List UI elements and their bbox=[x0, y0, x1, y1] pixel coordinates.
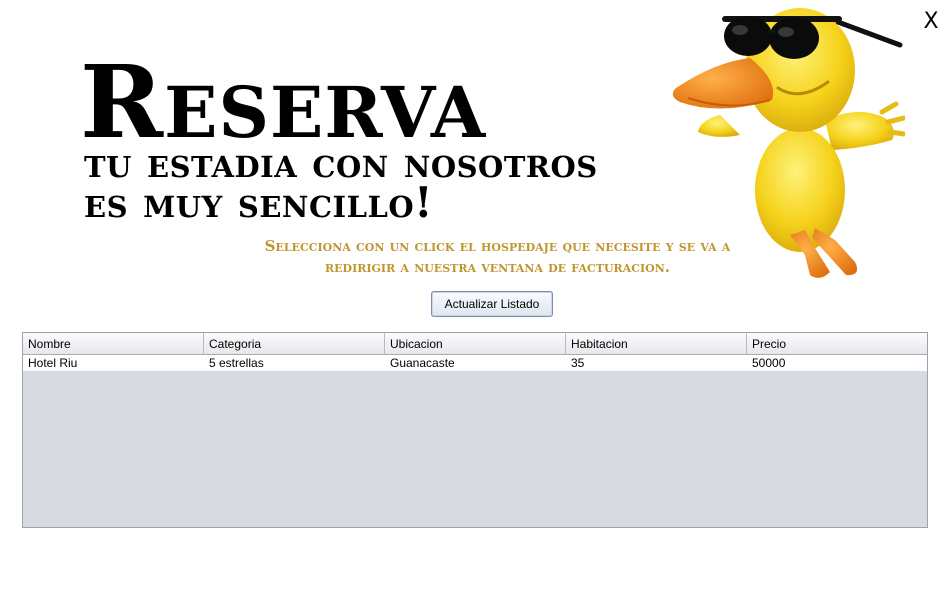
column-header-habitacion[interactable]: Habitacion bbox=[566, 333, 747, 355]
subtitle-line-2: es muy sencillo! bbox=[84, 178, 434, 227]
close-button[interactable]: X bbox=[918, 8, 944, 36]
column-header-categoria[interactable]: Categoria bbox=[204, 333, 385, 355]
duck-mascot-illustration bbox=[672, 8, 905, 278]
table-row[interactable]: Hotel Riu 5 estrellas Guanacaste 35 5000… bbox=[23, 355, 927, 371]
page-title: Reserva bbox=[80, 43, 487, 161]
column-header-precio[interactable]: Precio bbox=[747, 333, 927, 355]
cell-precio[interactable]: 50000 bbox=[747, 355, 927, 371]
cell-categoria[interactable]: 5 estrellas bbox=[204, 355, 385, 371]
cell-habitacion[interactable]: 35 bbox=[566, 355, 747, 371]
column-header-ubicacion[interactable]: Ubicacion bbox=[385, 333, 566, 355]
refresh-list-button[interactable]: Actualizar Listado bbox=[431, 291, 553, 317]
cell-nombre[interactable]: Hotel Riu bbox=[23, 355, 204, 371]
hotel-table[interactable]: Nombre Categoria Ubicacion Habitacion Pr… bbox=[22, 332, 928, 528]
cell-ubicacion[interactable]: Guanacaste bbox=[385, 355, 566, 371]
column-header-nombre[interactable]: Nombre bbox=[23, 333, 204, 355]
table-header: Nombre Categoria Ubicacion Habitacion Pr… bbox=[23, 333, 927, 355]
